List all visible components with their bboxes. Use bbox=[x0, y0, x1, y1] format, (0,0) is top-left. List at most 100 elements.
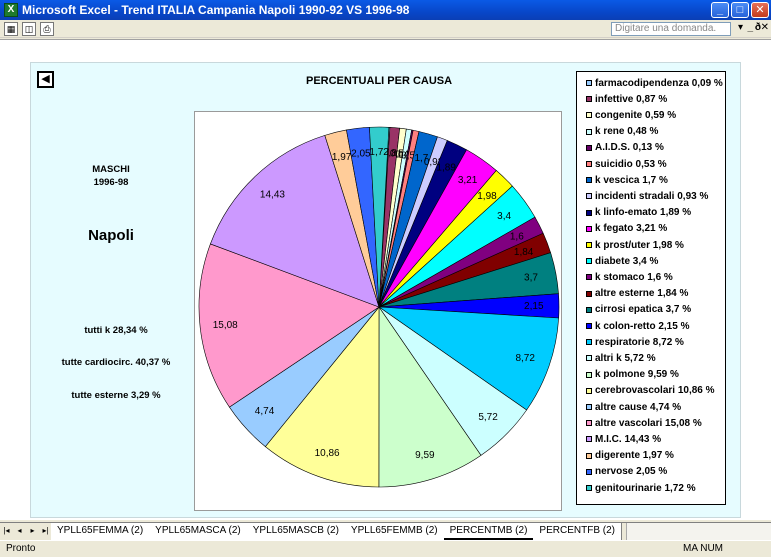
legend-swatch bbox=[586, 112, 592, 119]
help-dropdown-icon[interactable]: ▾ bbox=[738, 22, 743, 33]
close-button[interactable]: ✕ bbox=[751, 2, 769, 18]
status-indicators: MA NUM bbox=[683, 543, 723, 554]
sheet-icon[interactable]: ▦ bbox=[4, 21, 18, 36]
legend-item[interactable]: cerebrovascolari 10,86 % bbox=[586, 384, 715, 398]
legend-label: infettive 0,87 % bbox=[595, 93, 668, 105]
legend-item[interactable]: incidenti stradali 0,93 % bbox=[586, 189, 708, 203]
legend-label: congenite 0,59 % bbox=[595, 109, 677, 121]
pie-label: 1,84 bbox=[514, 247, 534, 258]
legend-item[interactable]: k polmone 9,59 % bbox=[586, 368, 679, 382]
print-icon[interactable]: ⎙ bbox=[40, 21, 54, 36]
tab-percentfb[interactable]: PERCENTFB (2) bbox=[533, 523, 622, 540]
pie-label: 8,72 bbox=[515, 353, 535, 364]
tab-prev-button[interactable]: ◂ bbox=[13, 523, 26, 540]
legend-label: farmacodipendenza 0,09 % bbox=[595, 77, 723, 89]
legend-swatch bbox=[586, 274, 592, 281]
legend-item[interactable]: congenite 0,59 % bbox=[586, 108, 676, 122]
legend-label: A.I.D.S. 0,13 % bbox=[595, 142, 664, 154]
legend-label: k prost/uter 1,98 % bbox=[595, 239, 684, 251]
summary-cancer: tutti k 28,34 % bbox=[84, 325, 148, 336]
legend-label: suicidio 0,53 % bbox=[595, 158, 667, 170]
legend-item[interactable]: altre esterne 1,84 % bbox=[586, 287, 688, 301]
legend-item[interactable]: k linfo-emato 1,89 % bbox=[586, 206, 691, 220]
tab-percentmb[interactable]: PERCENTMB (2) bbox=[443, 523, 535, 540]
pie-label: 1,89 bbox=[436, 163, 456, 174]
legend-label: cerebrovascolari 10,86 % bbox=[595, 385, 715, 397]
tab-ypll65mascb[interactable]: YPLL65MASCB (2) bbox=[246, 523, 346, 540]
tab-ypll65masca[interactable]: YPLL65MASCA (2) bbox=[149, 523, 248, 540]
chart-legend[interactable]: farmacodipendenza 0,09 % infettive 0,87 %… bbox=[576, 71, 726, 505]
legend-item[interactable]: A.I.D.S. 0,13 % bbox=[586, 141, 664, 155]
tab-next-button[interactable]: ▸ bbox=[26, 523, 39, 540]
legend-label: k rene 0,48 % bbox=[595, 126, 659, 138]
legend-swatch bbox=[586, 128, 592, 135]
legend-label: altre esterne 1,84 % bbox=[595, 288, 689, 300]
legend-swatch bbox=[586, 193, 592, 200]
legend-item[interactable]: k rene 0,48 % bbox=[586, 125, 658, 139]
legend-label: nervose 2,05 % bbox=[595, 466, 668, 478]
pie-label: 15,08 bbox=[213, 320, 238, 331]
pie-label: 5,72 bbox=[478, 412, 498, 423]
legend-item[interactable]: altre cause 4,74 % bbox=[586, 400, 681, 414]
status-ready: Pronto bbox=[6, 543, 36, 554]
legend-swatch bbox=[586, 80, 592, 86]
legend-item[interactable]: k fegato 3,21 % bbox=[586, 222, 667, 236]
tab-ypll65femma[interactable]: YPLL65FEMMA (2) bbox=[51, 523, 151, 540]
legend-swatch bbox=[586, 436, 592, 443]
legend-label: M.I.C. 14,43 % bbox=[595, 433, 662, 445]
legend-item[interactable]: respiratorie 8,72 % bbox=[586, 335, 684, 349]
legend-item[interactable]: altre vascolari 15,08 % bbox=[586, 416, 702, 430]
legend-item[interactable]: digerente 1,97 % bbox=[586, 449, 674, 463]
doc-close-button[interactable]: ✕ bbox=[761, 22, 769, 33]
legend-item[interactable]: k colon-retto 2,15 % bbox=[586, 319, 689, 333]
legend-label: cirrosi epatica 3,7 % bbox=[595, 304, 692, 316]
legend-swatch bbox=[586, 209, 592, 216]
legend-item[interactable]: k vescica 1,7 % bbox=[586, 173, 668, 187]
help-search-input[interactable]: Digitare una domanda. bbox=[611, 22, 731, 36]
legend-swatch bbox=[586, 339, 592, 346]
legend-item[interactable]: infettive 0,87 % bbox=[586, 92, 667, 106]
plot-area[interactable]: 0,09 0,87 0,59 0,48 0,13 0,53 1,7 0,93 1,89 3,21 1… bbox=[194, 111, 562, 511]
legend-label: genitourinarie 1,72 % bbox=[595, 482, 696, 494]
legend-item[interactable]: cirrosi epatica 3,7 % bbox=[586, 303, 691, 317]
group-label: MASCHI bbox=[92, 164, 130, 175]
legend-item[interactable]: farmacodipendenza 0,09 % bbox=[586, 76, 723, 90]
legend-swatch bbox=[586, 161, 592, 167]
legend-item[interactable]: k prost/uter 1,98 % bbox=[586, 238, 684, 252]
chart-title: PERCENTUALI PER CAUSA bbox=[306, 75, 453, 87]
doc-minimize-button[interactable]: _ bbox=[747, 22, 753, 33]
legend-swatch bbox=[586, 258, 592, 265]
legend-swatch bbox=[586, 306, 592, 313]
legend-swatch bbox=[586, 242, 592, 248]
pie-label: 4,74 bbox=[255, 406, 275, 417]
pie-label: 1,72 bbox=[369, 147, 389, 158]
legend-item[interactable]: altri k 5,72 % bbox=[586, 351, 656, 365]
legend-swatch bbox=[586, 371, 592, 378]
horizontal-scrollbar[interactable] bbox=[625, 523, 771, 540]
legend-item[interactable]: genitourinarie 1,72 % bbox=[586, 481, 696, 495]
pie-label: 1,97 bbox=[332, 152, 352, 163]
toolbar: ▦ ◫ ⎙ Digitare una domanda. ▾ _ ð ✕ bbox=[0, 20, 771, 38]
legend-item[interactable]: diabete 3,4 % bbox=[586, 254, 658, 268]
pie-label: 2,05 bbox=[351, 148, 371, 159]
chart-area[interactable]: ◀ PERCENTUALI PER CAUSA MASCHI 1996-98 N… bbox=[30, 62, 741, 518]
legend-item[interactable]: nervose 2,05 % bbox=[586, 465, 667, 479]
pie-label: 2,15 bbox=[524, 301, 544, 312]
tab-ypll65femmb[interactable]: YPLL65FEMMB (2) bbox=[344, 523, 445, 540]
legend-item[interactable]: k stomaco 1,6 % bbox=[586, 270, 673, 284]
minimize-button[interactable]: _ bbox=[711, 2, 729, 18]
legend-label: k stomaco 1,6 % bbox=[595, 271, 673, 283]
pie-label: 14,43 bbox=[260, 190, 285, 201]
legend-label: diabete 3,4 % bbox=[595, 255, 659, 267]
legend-item[interactable]: suicidio 0,53 % bbox=[586, 157, 667, 171]
print-preview-icon[interactable]: ◫ bbox=[22, 21, 36, 36]
pie-chart[interactable]: 0,090,870,590,480,130,531,70,931,893,211… bbox=[195, 112, 563, 512]
summary-external: tutte esterne 3,29 % bbox=[71, 390, 161, 401]
tab-first-button[interactable]: |◂ bbox=[0, 523, 13, 540]
legend-swatch bbox=[586, 225, 592, 232]
back-button[interactable]: ◀ bbox=[37, 71, 54, 88]
legend-item[interactable]: M.I.C. 14,43 % bbox=[586, 432, 661, 446]
pie-label: 1,98 bbox=[477, 191, 497, 202]
maximize-button[interactable]: □ bbox=[731, 2, 749, 18]
worksheet[interactable]: ◀ PERCENTUALI PER CAUSA MASCHI 1996-98 N… bbox=[0, 39, 771, 520]
